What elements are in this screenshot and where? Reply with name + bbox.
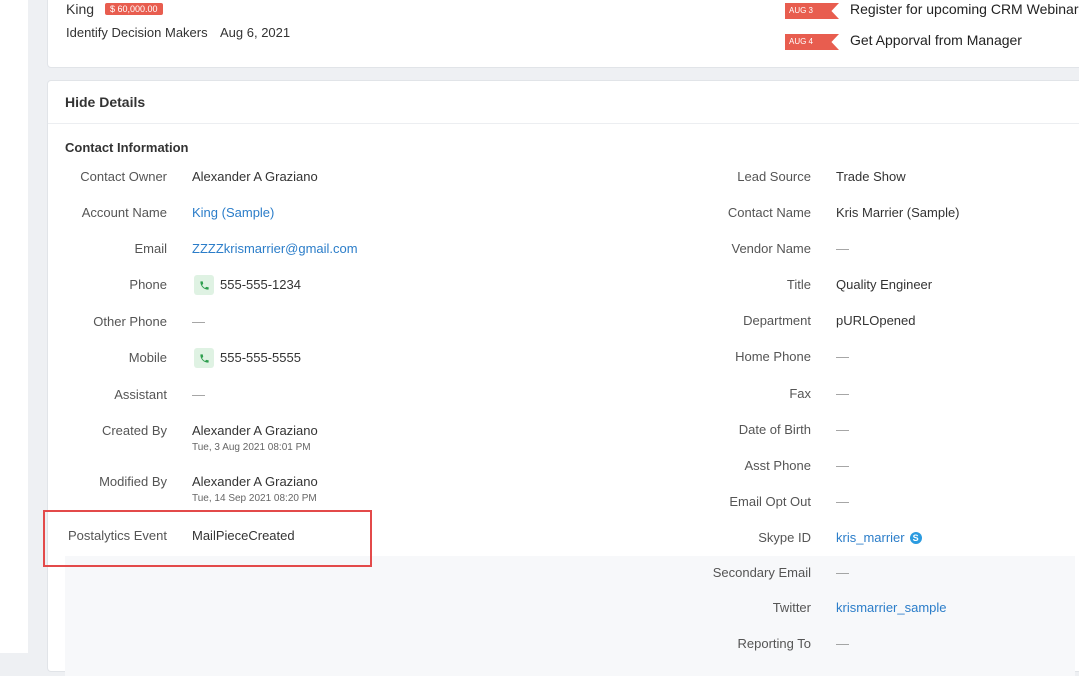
field-label: Created By (101, 423, 167, 438)
field-label: Date of Birth (738, 422, 811, 437)
field-value[interactable]: Quality Engineer (836, 277, 932, 292)
skype-id-text[interactable]: kris_marrier (836, 530, 905, 545)
field-date-of-birth: Date of Birth — (548, 422, 1068, 444)
field-value[interactable]: pURLOpened (836, 313, 916, 328)
field-label: Secondary Email (712, 565, 811, 580)
field-value[interactable]: — (836, 636, 849, 651)
field-label: Reporting To (737, 636, 811, 651)
section-title: Contact Information (65, 140, 189, 155)
account-name-link[interactable]: King (Sample) (192, 205, 274, 220)
created-timestamp: Tue, 3 Aug 2021 08:01 PM (192, 442, 311, 453)
field-label: Title (786, 277, 811, 292)
field-account-name: Account Name King (Sample) (48, 205, 448, 227)
field-label: Asst Phone (744, 458, 812, 473)
field-label: Contact Name (727, 205, 811, 220)
hide-details-toggle[interactable]: Hide Details (65, 94, 145, 110)
field-label: Department (743, 313, 811, 328)
field-value[interactable]: — (836, 241, 849, 256)
email-link[interactable]: ZZZZkrismarrier@gmail.com (192, 241, 358, 256)
field-label: Contact Owner (80, 169, 167, 184)
twitter-link[interactable]: krismarrier_sample (836, 600, 947, 615)
field-value[interactable]: — (192, 314, 205, 329)
task-title[interactable]: Register for upcoming CRM Webinars (850, 1, 1079, 17)
deal-closing-date: Aug 6, 2021 (220, 25, 291, 40)
field-vendor-name: Vendor Name — (548, 241, 1068, 263)
deal-amount-badge: $ 60,000.00 (105, 3, 163, 15)
field-label: Email (134, 241, 167, 256)
left-rail (0, 0, 28, 653)
field-value: Alexander A Graziano (192, 423, 318, 438)
field-modified-by: Modified By Alexander A Graziano Tue, 14… (48, 474, 448, 510)
field-secondary-email: Secondary Email — (548, 565, 1068, 587)
field-lead-source: Lead Source Trade Show (548, 169, 1068, 191)
divider (48, 123, 1079, 124)
field-value[interactable]: — (836, 422, 849, 437)
field-email: Email ZZZZkrismarrier@gmail.com (48, 241, 448, 263)
field-label: Twitter (772, 600, 811, 615)
phone-icon[interactable] (194, 348, 214, 368)
field-label: Lead Source (737, 169, 811, 184)
field-label: Modified By (99, 474, 167, 489)
field-value[interactable]: Kris Marrier (Sample) (836, 205, 960, 220)
field-email-opt-out: Email Opt Out — (548, 494, 1068, 516)
deal-name[interactable]: King (66, 1, 94, 17)
skype-icon[interactable]: S (909, 532, 922, 544)
field-label: Skype ID (758, 530, 811, 545)
field-value[interactable]: — (836, 349, 849, 364)
field-label: Assistant (114, 387, 167, 402)
field-value[interactable]: — (192, 387, 205, 402)
field-label: Vendor Name (731, 241, 812, 256)
field-label: Mobile (128, 350, 167, 365)
task-date-tag: AUG 3 (785, 3, 839, 19)
field-label: Home Phone (735, 349, 811, 364)
field-fax: Fax — (548, 386, 1068, 408)
field-value: Alexander A Graziano (192, 474, 318, 489)
field-title: Title Quality Engineer (548, 277, 1068, 299)
highlight-annotation-box (43, 510, 372, 567)
field-label: Email Opt Out (729, 494, 811, 509)
field-twitter: Twitter krismarrier_sample (548, 600, 1068, 622)
field-label: Account Name (81, 205, 167, 220)
deal-stage: Identify Decision Makers (66, 25, 208, 40)
field-value[interactable]: Alexander A Graziano (192, 169, 318, 184)
skype-id-link[interactable]: kris_marrier S (836, 530, 922, 545)
field-value[interactable]: — (836, 386, 849, 401)
field-value[interactable]: — (836, 565, 849, 580)
field-contact-name: Contact Name Kris Marrier (Sample) (548, 205, 1068, 227)
field-phone: Phone 555-555-1234 (48, 275, 448, 299)
field-other-phone: Other Phone — (48, 314, 448, 336)
field-home-phone: Home Phone — (548, 349, 1068, 371)
field-value[interactable]: — (836, 458, 849, 473)
field-value[interactable]: Trade Show (836, 169, 906, 184)
field-label: Fax (789, 386, 811, 401)
deal-summary-card: King $ 60,000.00 Identify Decision Maker… (47, 0, 1079, 68)
modified-timestamp: Tue, 14 Sep 2021 08:20 PM (192, 493, 317, 504)
mobile-number[interactable]: 555-555-5555 (220, 350, 301, 365)
field-value[interactable]: — (836, 494, 849, 509)
field-asst-phone: Asst Phone — (548, 458, 1068, 480)
field-created-by: Created By Alexander A Graziano Tue, 3 A… (48, 423, 448, 459)
field-department: Department pURLOpened (548, 313, 1068, 335)
task-title[interactable]: Get Apporval from Manager (850, 32, 1022, 48)
field-mobile: Mobile 555-555-5555 (48, 348, 448, 372)
phone-icon[interactable] (194, 275, 214, 295)
field-contact-owner: Contact Owner Alexander A Graziano (48, 169, 448, 191)
contact-details-card: Hide Details Contact Information Contact… (47, 80, 1079, 676)
task-date-tag: AUG 4 (785, 34, 839, 50)
field-label: Other Phone (93, 314, 167, 329)
field-reporting-to: Reporting To — (548, 636, 1068, 658)
phone-number[interactable]: 555-555-1234 (220, 277, 301, 292)
field-label: Phone (129, 277, 167, 292)
field-skype-id: Skype ID kris_marrier S (548, 530, 1068, 552)
field-assistant: Assistant — (48, 387, 448, 409)
